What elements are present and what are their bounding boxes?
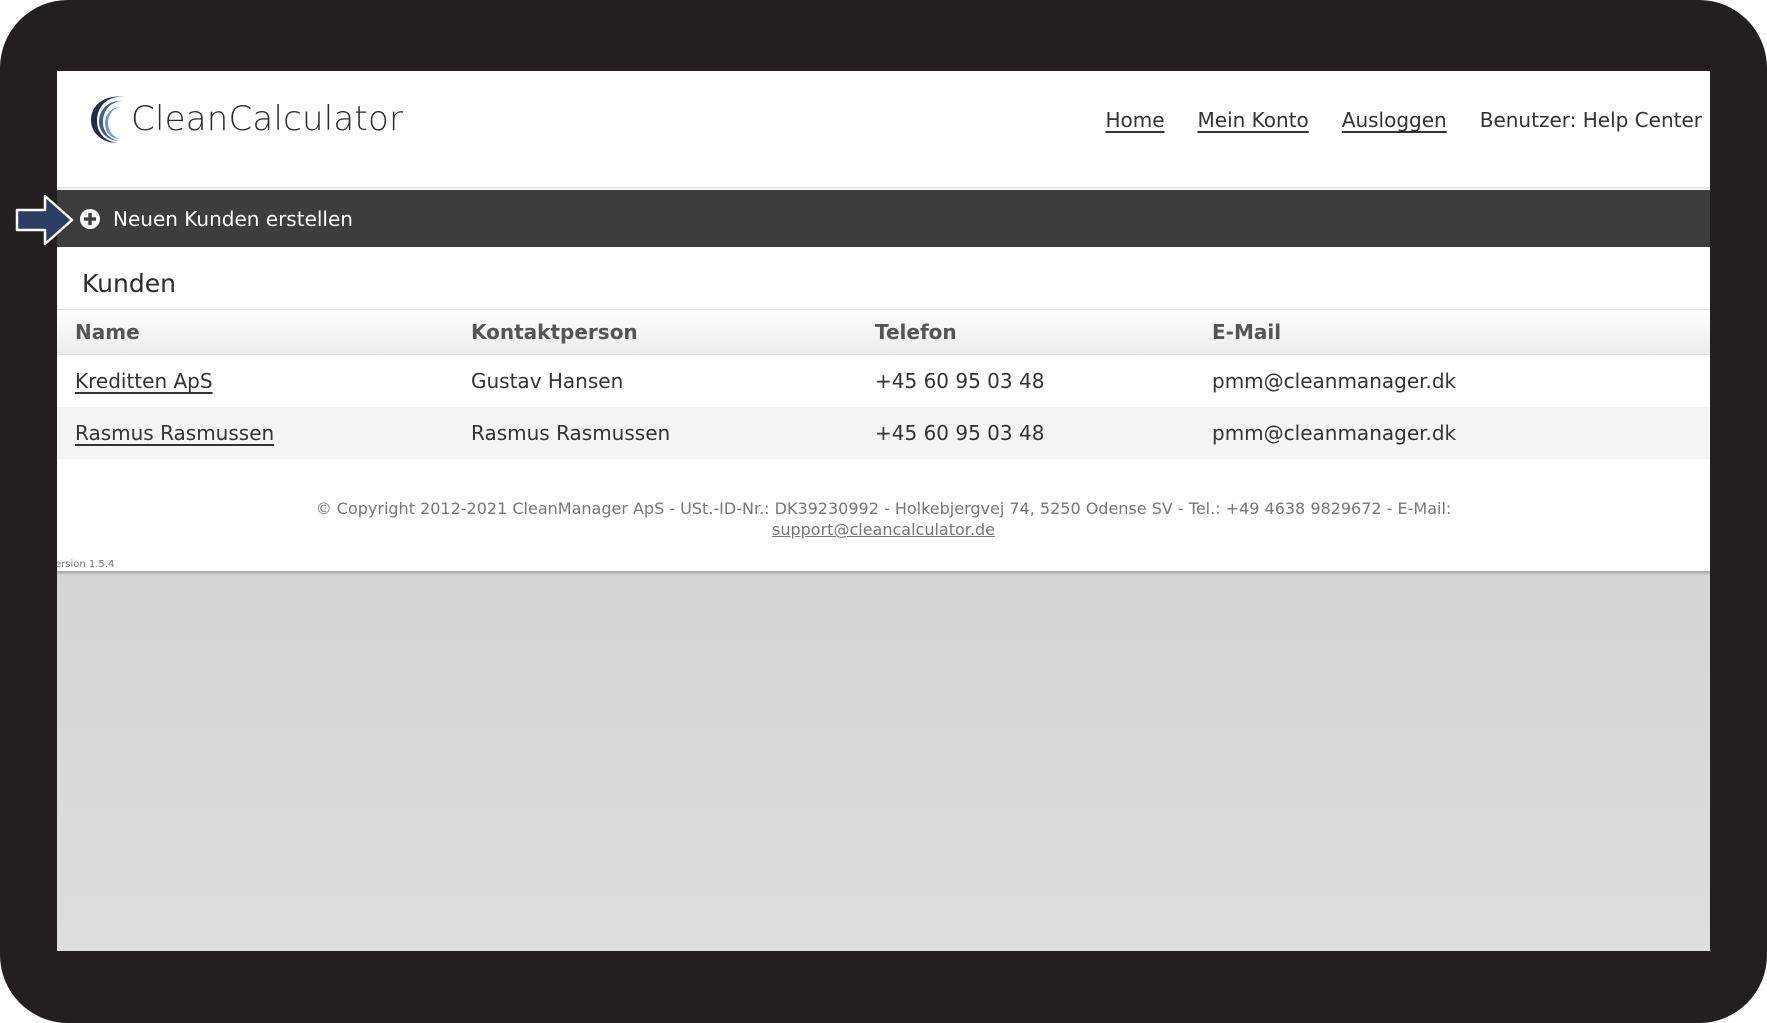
- nav-ausloggen-link[interactable]: Ausloggen: [1342, 108, 1447, 132]
- cell-contact: Rasmus Rasmussen: [471, 421, 671, 445]
- arrow-right-icon: [15, 194, 74, 246]
- table-header: Name Kontaktperson Telefon E-Mail: [57, 310, 1710, 355]
- cell-phone: +45 60 95 03 48: [875, 369, 1045, 393]
- cell-email: pmm@cleanmanager.dk: [1212, 421, 1457, 445]
- footer: © Copyright 2012-2021 CleanManager ApS -…: [57, 498, 1710, 540]
- browser-viewport: CleanCalculator Home Mein Konto Auslogge…: [57, 71, 1710, 951]
- create-customer-button[interactable]: Neuen Kunden erstellen: [79, 190, 353, 247]
- nav-home-link[interactable]: Home: [1105, 108, 1164, 132]
- support-email-link[interactable]: support@cleancalculator.de: [772, 520, 995, 539]
- version-label: ersion 1.5.4: [57, 559, 115, 570]
- column-header-contact[interactable]: Kontaktperson: [471, 320, 875, 344]
- customer-name-link[interactable]: Kreditten ApS: [75, 369, 213, 393]
- cell-contact: Gustav Hansen: [471, 369, 624, 393]
- plus-circle-icon: [80, 208, 100, 229]
- page-title: Kunden: [82, 269, 176, 298]
- create-customer-label: Neuen Kunden erstellen: [113, 206, 353, 231]
- cell-email: pmm@cleanmanager.dk: [1212, 369, 1457, 393]
- column-header-name[interactable]: Name: [57, 320, 471, 344]
- cell-phone: +45 60 95 03 48: [875, 421, 1045, 445]
- column-header-email[interactable]: E-Mail: [1212, 320, 1710, 344]
- header: CleanCalculator Home Mein Konto Auslogge…: [57, 71, 1710, 189]
- table-row: Kreditten ApS Gustav Hansen +45 60 95 03…: [57, 355, 1710, 407]
- logo-text: CleanCalculator: [131, 99, 404, 139]
- customer-name-link[interactable]: Rasmus Rasmussen: [75, 421, 274, 445]
- copyright-text: © Copyright 2012-2021 CleanManager ApS -…: [315, 499, 1452, 518]
- crescent-logo-icon: [91, 96, 125, 143]
- cell-name: Kreditten ApS: [57, 369, 471, 393]
- cell-name: Rasmus Rasmussen: [57, 421, 471, 445]
- table-row: Rasmus Rasmussen Rasmus Rasmussen +45 60…: [57, 407, 1710, 459]
- customers-table: Name Kontaktperson Telefon E-Mail Kredit…: [57, 309, 1710, 459]
- current-user-label: Benutzer: Help Center: [1479, 108, 1702, 132]
- page: CleanCalculator Home Mein Konto Auslogge…: [57, 71, 1710, 571]
- nav-mein-konto-link[interactable]: Mein Konto: [1198, 108, 1309, 132]
- logo[interactable]: CleanCalculator: [87, 93, 403, 145]
- column-header-phone[interactable]: Telefon: [875, 320, 1212, 344]
- top-nav: Home Mein Konto Ausloggen Benutzer: Help…: [1105, 108, 1702, 132]
- action-bar: Neuen Kunden erstellen: [57, 190, 1710, 247]
